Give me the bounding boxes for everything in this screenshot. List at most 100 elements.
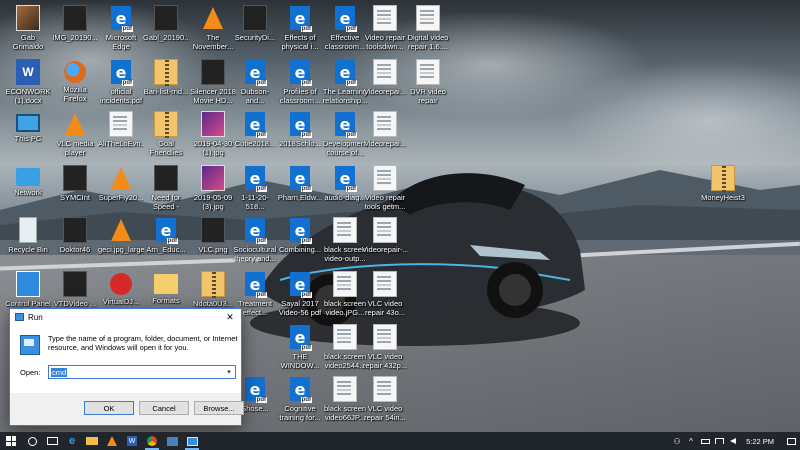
desktop-icon-label: Digital video repair 1.6.... xyxy=(407,34,449,51)
desktop-icon[interactable]: Goal Friendlies Mc...srt xyxy=(143,108,189,168)
desktop-icon-label: Videorepai... xyxy=(364,88,406,96)
windows-logo-icon xyxy=(6,436,16,446)
desktop-icon-label: VLC.png xyxy=(198,246,228,254)
zip-file-icon xyxy=(154,111,178,138)
taskbar-vlc[interactable] xyxy=(102,432,122,450)
desktop-icon[interactable]: Bari-list-rnd... xyxy=(143,56,189,116)
desktop-icon[interactable]: Videorepai... xyxy=(362,108,408,168)
chevron-up-icon[interactable]: ^ xyxy=(684,432,698,450)
desktop-icon-label: Silencer 2018 Movie HD... xyxy=(190,88,236,105)
edge-file-icon xyxy=(333,111,358,138)
desktop-icon[interactable]: 2018Schlo... xyxy=(277,108,323,168)
desktop-icon-label: SuperFly20... xyxy=(98,194,144,202)
desktop-icon[interactable]: SecurityDi... xyxy=(232,2,278,62)
start-button[interactable] xyxy=(0,432,22,450)
desktop-icon[interactable]: Combining... xyxy=(277,214,323,274)
pc-file-icon xyxy=(16,114,40,132)
volume-icon[interactable] xyxy=(726,432,740,450)
desktop-icon-label: Recycle Bin xyxy=(8,246,48,254)
desktop-icon-label: Gab|_20190... xyxy=(143,34,189,42)
people-icon[interactable]: ⚇ xyxy=(670,432,684,450)
desktop-icon[interactable]: 2019-04-30 (1).jpg xyxy=(190,108,236,168)
taskbar-chrome[interactable] xyxy=(142,432,162,450)
edge-file-icon xyxy=(243,271,268,298)
folder-icon xyxy=(86,437,98,445)
taskbar-run[interactable] xyxy=(182,432,202,450)
network-icon[interactable] xyxy=(712,432,726,450)
desktop-icon[interactable]: Silencer 2018 Movie HD... xyxy=(190,56,236,116)
desktop-icon[interactable]: Cognitive training for... xyxy=(277,373,323,433)
desktop-icon[interactable]: Sayal 2017 Video-56 pdf xyxy=(277,268,323,328)
clock[interactable]: 5:22 PM xyxy=(740,437,782,446)
desktop-icon[interactable]: VLC video repair 54in... xyxy=(362,373,408,433)
desktop-icon[interactable]: Video repair tools getm... xyxy=(362,162,408,222)
desktop-icon[interactable]: MoneyHeist3 xyxy=(700,162,746,222)
ok-button[interactable]: OK xyxy=(84,401,134,415)
desktop-icon[interactable]: Microsoft Edge xyxy=(98,2,144,62)
desktop-icon-label: Videorepai... xyxy=(364,140,406,148)
desktop-icon[interactable]: official incidents.pdf xyxy=(98,56,144,116)
desktop-icon[interactable]: SYMCInt xyxy=(52,162,98,222)
desktop-icon[interactable]: THE WINDOW... xyxy=(277,321,323,381)
desktop-icon[interactable]: Videorepair-... xyxy=(362,214,408,274)
doc-file-icon xyxy=(109,111,133,137)
desktop-icon-label: Gab Grimaldo xyxy=(12,34,44,51)
desktop-icon[interactable]: VLC video repair 432p... xyxy=(362,321,408,381)
desktop-icon[interactable]: Dubson-and... xyxy=(232,56,278,116)
edge-file-icon xyxy=(333,59,358,86)
desktop-icon[interactable]: IMG_20190... xyxy=(52,2,98,62)
desktop-icon-label: MoneyHeist3 xyxy=(701,194,745,202)
desktop-icon[interactable]: Videorepai... xyxy=(362,56,408,116)
desktop-icon[interactable]: The November... xyxy=(190,2,236,62)
net-file-icon xyxy=(16,168,40,186)
desktop-icon[interactable]: Effects of physical i... xyxy=(277,2,323,62)
browse-button[interactable]: Browse... xyxy=(194,401,244,415)
run-description: Type the name of a program, folder, docu… xyxy=(48,334,238,352)
desktop-icon[interactable]: Sociocultural theory and... xyxy=(232,214,278,274)
desktop-icon[interactable]: SuperFly20... xyxy=(98,162,144,222)
taskbar-photos[interactable] xyxy=(162,432,182,450)
desktop-icon[interactable]: VLC media player xyxy=(52,108,98,168)
desktop-icon[interactable]: Mozilla Firefox xyxy=(52,56,98,116)
desktop-icon[interactable]: Gab|_20190... xyxy=(143,2,189,62)
cancel-button[interactable]: Cancel xyxy=(139,401,189,415)
close-button[interactable]: ✕ xyxy=(219,309,241,325)
dark-file-icon xyxy=(63,217,87,243)
desktop-icon[interactable]: Video repair toolsdiwn... xyxy=(362,2,408,62)
desktop-icon[interactable]: AllTheLoEvn... xyxy=(98,108,144,168)
desktop-icon[interactable]: Network xyxy=(5,162,51,222)
desktop-icon[interactable]: Profiles of classroom... xyxy=(277,56,323,116)
desktop-icon[interactable]: Recycle Bin xyxy=(5,214,51,274)
taskbar-file-explorer[interactable] xyxy=(82,432,102,450)
notifications-button[interactable] xyxy=(782,432,800,450)
task-view-button[interactable] xyxy=(42,432,62,450)
desktop-icon[interactable]: 1-11-20-518... xyxy=(232,162,278,222)
desktop-icon[interactable]: geci.jpg_large xyxy=(98,214,144,274)
desktop-icon[interactable]: Cutie2018... xyxy=(232,108,278,168)
doc-file-icon xyxy=(373,59,397,85)
open-input[interactable]: cmd ▾ xyxy=(48,365,236,379)
desktop-icon[interactable]: Gab Grimaldo xyxy=(5,2,51,62)
desktop-icon[interactable]: This PC xyxy=(5,108,51,168)
open-input-value[interactable]: cmd xyxy=(51,367,68,377)
desktop-icon[interactable]: Arn_Educ... xyxy=(143,214,189,274)
desktop-icon[interactable]: Digital video repair 1.6.... xyxy=(405,2,451,62)
vlc-file-icon xyxy=(109,165,133,191)
chevron-down-icon[interactable]: ▾ xyxy=(223,366,235,378)
taskbar-word[interactable]: W xyxy=(122,432,142,450)
desktop-icon[interactable]: VLC.png xyxy=(190,214,236,274)
desktop-icon-label: ECONWORK (1).docx xyxy=(5,88,51,105)
desktop-icon[interactable]: Pharn,Eldw... xyxy=(277,162,323,222)
battery-icon[interactable] xyxy=(698,432,712,450)
doc-file-icon xyxy=(333,217,357,243)
desktop-icon[interactable]: 2019-05-09 (3).jpg xyxy=(190,162,236,222)
desktop-icon[interactable]: Doktor46 xyxy=(52,214,98,274)
search-button[interactable] xyxy=(22,432,42,450)
desktop-icon[interactable]: VLC video repair 43o... xyxy=(362,268,408,328)
desktop-icon[interactable]: ECONWORK (1).docx xyxy=(5,56,51,116)
photo-file-icon xyxy=(16,5,40,31)
taskbar-edge[interactable]: e xyxy=(62,432,82,450)
desktop-icon[interactable]: Need for Speed - Mos... xyxy=(143,162,189,222)
run-titlebar[interactable]: Run ✕ xyxy=(10,309,241,325)
desktop-icon[interactable]: DVR video repair menu... xyxy=(405,56,451,116)
